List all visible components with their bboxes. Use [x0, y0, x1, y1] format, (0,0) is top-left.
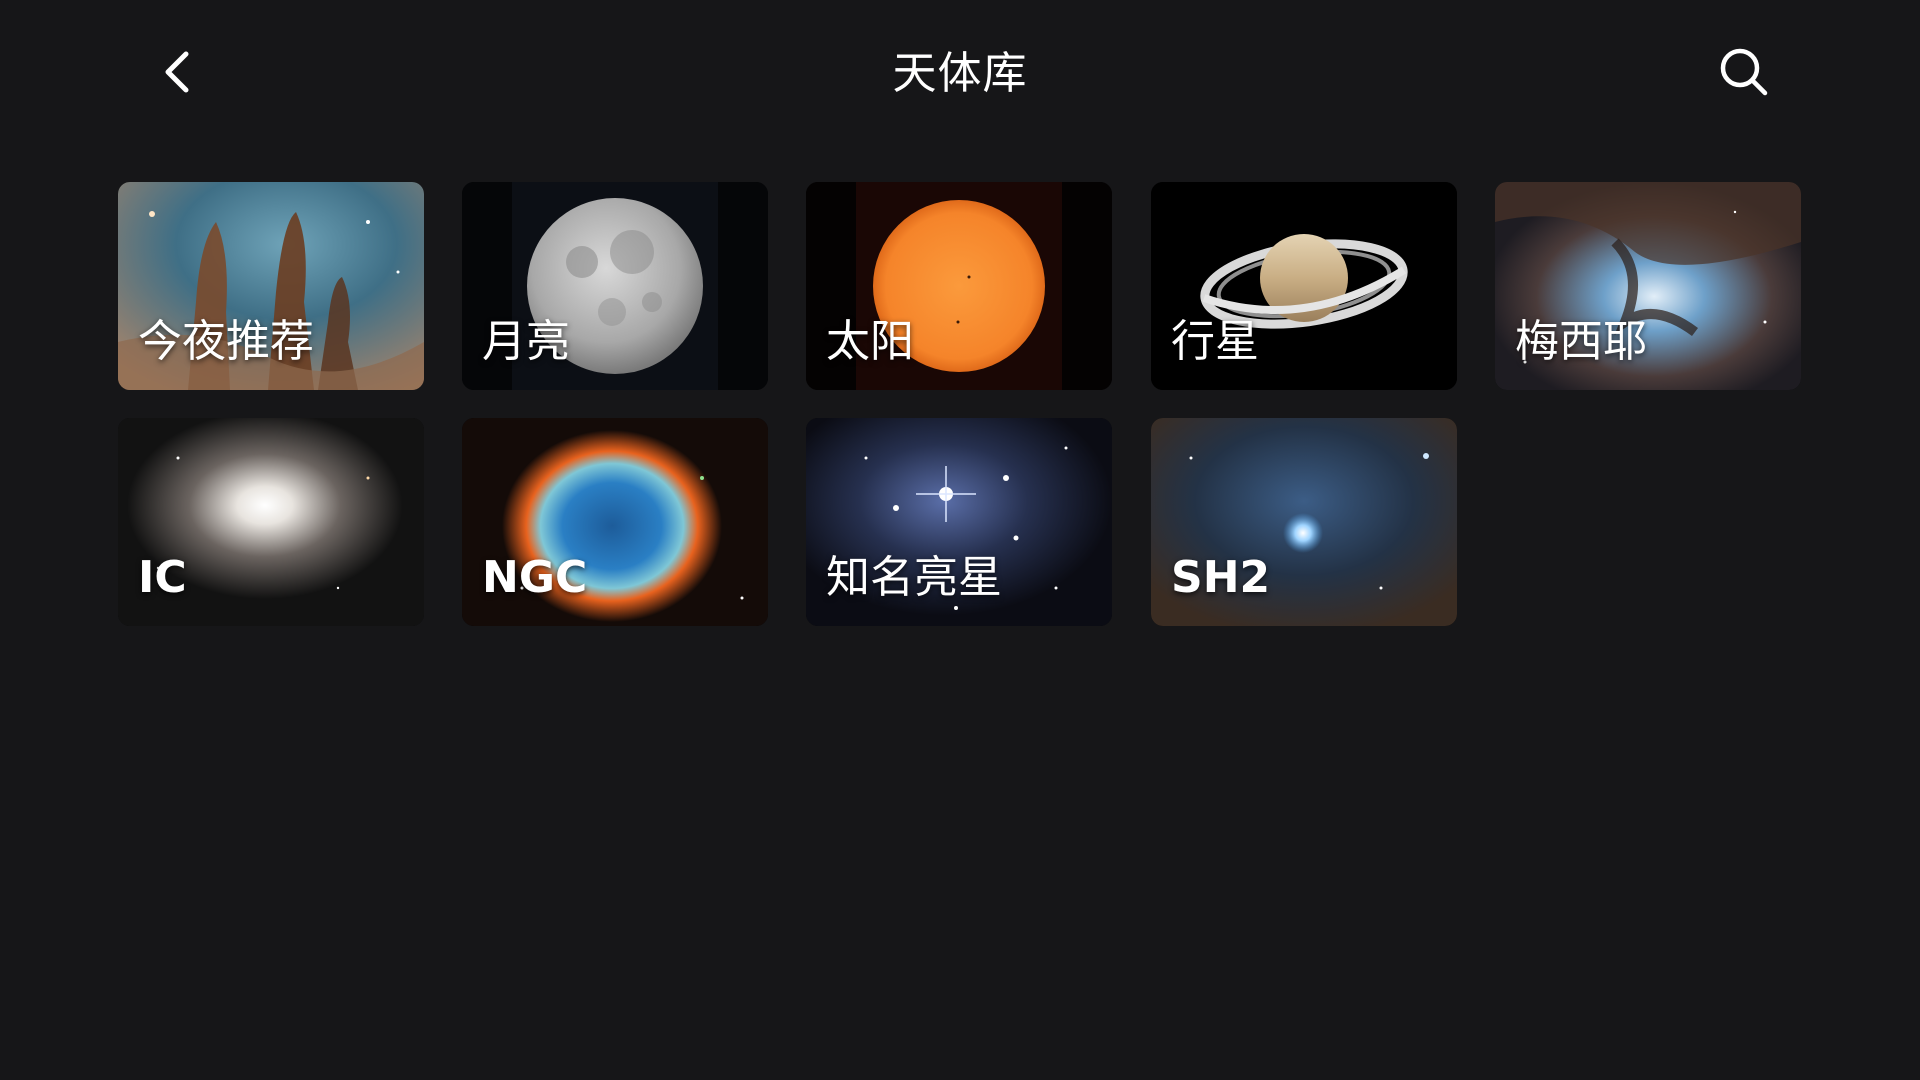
category-label: 今夜推荐: [138, 316, 314, 367]
category-label: 行星: [1171, 316, 1259, 367]
category-label: 太阳: [826, 316, 914, 367]
category-label: 月亮: [482, 316, 570, 367]
category-card-moon[interactable]: 月亮: [462, 182, 768, 390]
category-label: NGC: [482, 552, 588, 603]
top-bar: 天体库: [0, 0, 1920, 148]
category-card-messier[interactable]: 梅西耶: [1495, 182, 1801, 390]
category-card-sh2[interactable]: SH2: [1151, 418, 1457, 626]
category-card-sun[interactable]: 太阳: [806, 182, 1112, 390]
search-icon: [1720, 48, 1768, 96]
category-label: 知名亮星: [826, 552, 1002, 603]
search-button[interactable]: [1716, 44, 1772, 100]
category-card-ic[interactable]: IC: [118, 418, 424, 626]
app-root: 天体库 今夜推荐 月亮 太阳 行星 梅西耶 IC NGC 知名亮星 SH2: [0, 0, 1920, 1080]
category-card-tonight[interactable]: 今夜推荐: [118, 182, 424, 390]
category-card-ngc[interactable]: NGC: [462, 418, 768, 626]
category-label: SH2: [1171, 552, 1271, 603]
category-label: 梅西耶: [1515, 316, 1647, 367]
category-card-bright-stars[interactable]: 知名亮星: [806, 418, 1112, 626]
category-label: IC: [138, 552, 187, 603]
category-card-planets[interactable]: 行星: [1151, 182, 1457, 390]
page-title: 天体库: [892, 48, 1028, 99]
